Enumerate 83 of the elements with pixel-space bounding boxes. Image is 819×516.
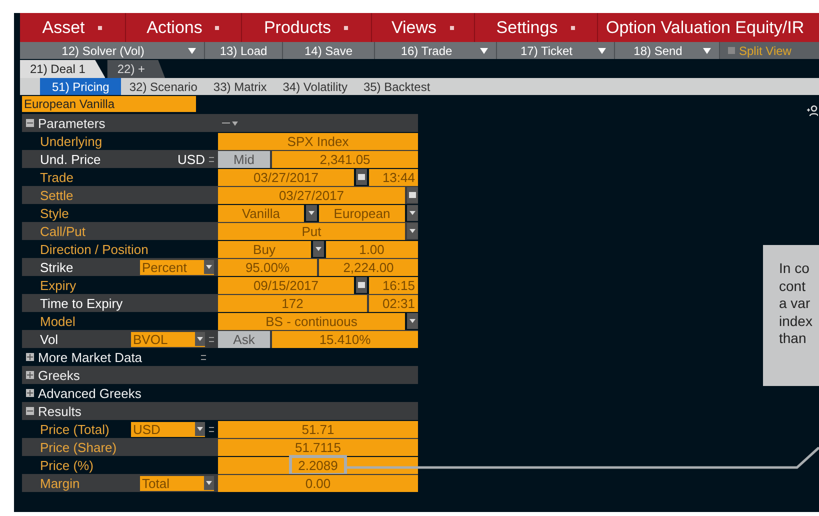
toolbar-button[interactable]: 12) Solver (Vol) <box>20 42 205 59</box>
section-header[interactable]: Results <box>38 404 82 418</box>
section-header[interactable]: Parameters <box>38 116 106 130</box>
option-dropdown[interactable]: Percent <box>140 260 214 274</box>
plus-icon[interactable] <box>26 371 34 379</box>
value-field[interactable]: 0.00 <box>305 476 331 490</box>
field-label: Price (%) <box>40 458 94 472</box>
deal-type-label: European Vanilla <box>22 96 196 112</box>
caret-icon <box>343 24 350 30</box>
dropdown-field[interactable]: European <box>319 204 405 222</box>
field-label: Direction / Position <box>40 242 148 256</box>
calendar-icon[interactable] <box>356 277 367 293</box>
date-field[interactable]: 09/15/2017 <box>218 276 354 294</box>
option-dropdown[interactable]: Total <box>140 476 214 490</box>
field-label: Margin <box>40 476 80 490</box>
plus-icon[interactable] <box>26 353 34 361</box>
split-view-checkbox[interactable] <box>728 47 735 54</box>
section-header[interactable]: Greeks <box>38 368 80 382</box>
source-button[interactable]: Mid <box>218 150 270 168</box>
field-label: Und. Price <box>40 152 101 166</box>
field-label: Vol <box>40 332 58 346</box>
caret-icon <box>703 48 711 54</box>
caret-icon <box>214 24 220 30</box>
dropdown-field[interactable]: BS - continuous <box>218 312 405 330</box>
app-title: Option Valuation Equity/IR <box>605 16 806 38</box>
deal-tab[interactable]: 22) + <box>107 60 166 78</box>
time-field[interactable]: 16:15 <box>369 276 418 294</box>
value-field[interactable]: 172 <box>282 296 304 310</box>
link-icon[interactable] <box>209 426 214 432</box>
field-label: Price (Share) <box>40 440 117 454</box>
field-label: Strike <box>40 260 74 274</box>
plus-icon[interactable] <box>26 389 34 397</box>
subtab[interactable]: 35) Backtest <box>355 78 438 95</box>
value-field[interactable]: 51.71 <box>302 422 334 436</box>
subtab[interactable]: 34) Volatility <box>274 78 356 95</box>
toolbar-button[interactable]: 18) Send <box>615 42 720 59</box>
add-user-icon[interactable] <box>807 105 818 116</box>
section-header[interactable]: Advanced Greeks <box>38 386 142 400</box>
currency-label: USD <box>178 152 205 166</box>
field-label: Call/Put <box>40 224 86 238</box>
time-field[interactable]: 02:31 <box>369 294 418 312</box>
source-button[interactable]: Ask <box>218 330 270 348</box>
subtab[interactable]: 33) Matrix <box>205 78 275 95</box>
field-label: Time to Expiry <box>40 296 123 310</box>
toolbar-button[interactable]: 16) Trade <box>375 42 497 59</box>
field-label: Expiry <box>40 278 76 292</box>
section-header[interactable]: More Market Data <box>38 350 142 364</box>
callout-text: In co cont a var index than <box>763 245 819 386</box>
caret-icon <box>188 48 196 54</box>
field-label: Style <box>40 206 69 220</box>
caret-icon <box>598 48 606 54</box>
subtab[interactable]: 32) Scenario <box>121 78 206 95</box>
option-dropdown[interactable]: BVOL <box>131 332 205 346</box>
date-field[interactable]: 03/27/2017 <box>218 168 354 186</box>
caret-icon <box>96 24 103 30</box>
dropdown-field[interactable]: Buy <box>218 240 310 258</box>
calendar-icon[interactable] <box>407 187 418 203</box>
minus-icon[interactable] <box>26 119 34 127</box>
split-view-label: Split View <box>739 44 792 58</box>
caret-icon <box>448 24 455 30</box>
field-label: Trade <box>40 170 74 184</box>
link-icon[interactable] <box>209 336 214 342</box>
toolbar-button[interactable]: 13) Load <box>205 42 283 59</box>
calendar-icon[interactable] <box>356 169 367 185</box>
field-label: Price (Total) <box>40 422 110 436</box>
date-field[interactable]: 03/27/2017 <box>218 186 405 204</box>
dropdown-field[interactable]: Vanilla <box>218 204 304 222</box>
caret-icon <box>480 48 488 54</box>
minus-icon[interactable] <box>26 407 34 415</box>
field-label: Underlying <box>40 134 102 148</box>
toolbar-button[interactable]: 14) Save <box>283 42 375 59</box>
link-icon[interactable] <box>201 354 206 360</box>
link-icon[interactable] <box>209 156 214 162</box>
toolbar-button[interactable]: 17) Ticket <box>497 42 615 59</box>
deal-tab[interactable]: 21) Deal 1 <box>20 60 106 78</box>
dropdown-field[interactable]: Put <box>218 222 405 240</box>
field-label: Settle <box>40 188 74 202</box>
field-label: Model <box>40 314 76 328</box>
option-dropdown[interactable]: USD <box>131 422 205 436</box>
time-field[interactable]: 13:44 <box>369 168 418 186</box>
subtab[interactable]: 51) Pricing <box>40 78 122 95</box>
options-icon[interactable] <box>222 120 240 126</box>
caret-icon <box>570 24 576 30</box>
